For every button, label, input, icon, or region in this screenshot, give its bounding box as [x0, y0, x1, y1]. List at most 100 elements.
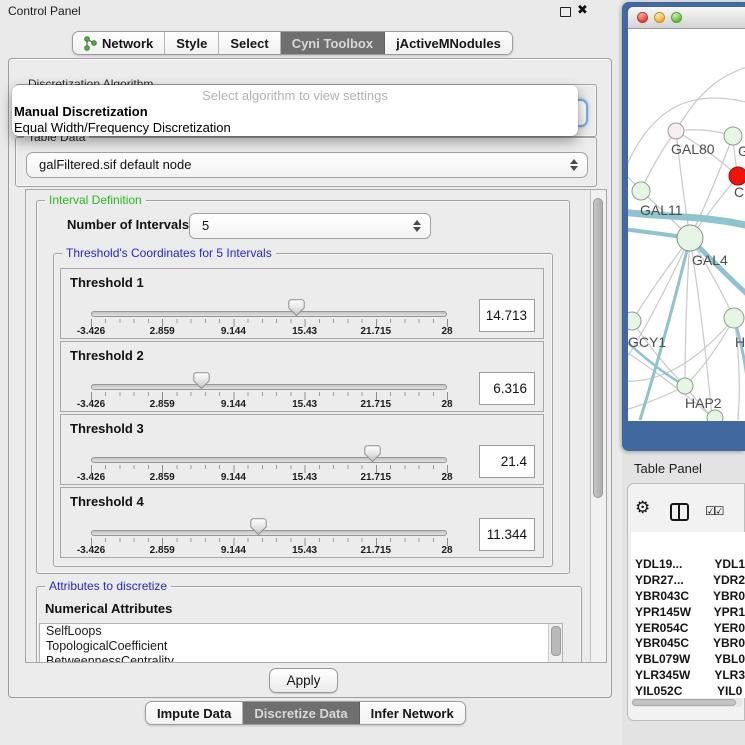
slider-track[interactable]	[91, 384, 447, 390]
slider-thumb[interactable]	[193, 372, 210, 390]
cell-name: YLR3	[708, 668, 745, 682]
slider-track[interactable]	[91, 457, 447, 463]
attributes-group: Attributes to discretize Numerical Attri…	[36, 586, 582, 663]
scrollbar-thumb[interactable]	[593, 198, 603, 498]
threshold-value-field[interactable]: 6.316	[479, 372, 535, 405]
network-node-gcy1[interactable]	[628, 312, 641, 330]
close-icon[interactable]: ✖	[577, 2, 588, 18]
table-row[interactable]: YPR145WYPR1	[631, 604, 745, 620]
tab-label: Infer Network	[371, 706, 454, 721]
table-row[interactable]: YBR043CYBR0	[631, 588, 745, 604]
tick-label: 21.715	[361, 545, 392, 556]
attribute-item[interactable]: TopologicalCoefficient	[40, 639, 562, 654]
cell-name: YIL0	[711, 684, 742, 698]
table-row[interactable]: YBL079WYBL0	[631, 651, 745, 667]
number-of-intervals-spinner[interactable]: 5	[189, 213, 431, 239]
group-title: Interval Definition	[45, 193, 146, 207]
settings-scroll-area: Interval Definition Number of Intervals …	[25, 189, 607, 663]
table-row[interactable]: YDR27...YDR2	[631, 572, 745, 588]
threshold-value-field[interactable]: 14.713	[479, 299, 535, 332]
node-label-gal11: GAL11	[640, 202, 683, 218]
tab-impute-data[interactable]: Impute Data	[146, 702, 243, 724]
cell-shared-name: YLR345W	[631, 668, 708, 682]
numerical-attributes-label: Numerical Attributes	[45, 601, 172, 616]
tab-label: Select	[230, 36, 268, 51]
cell-name: YBR0	[707, 589, 745, 603]
network-view-window[interactable]: GAL80 GA GAL11 C GAL4 GCY1 H HAP2	[622, 2, 745, 451]
slider-thumb[interactable]	[364, 445, 381, 463]
cell-shared-name: YBL079W	[631, 652, 708, 666]
dropdown-option-manual-discretization[interactable]: Manual Discretization	[12, 104, 578, 120]
network-window-titlebar[interactable]	[628, 7, 745, 29]
network-node-gal80[interactable]	[668, 123, 684, 139]
vertical-scrollbar[interactable]	[590, 190, 606, 662]
table-row[interactable]: YLR345WYLR3	[631, 667, 745, 683]
attribute-item[interactable]: SelfLoops	[40, 624, 562, 639]
tab-discretize-data[interactable]: Discretize Data	[243, 702, 359, 724]
scrollbar-thumb[interactable]	[632, 699, 736, 706]
tick-label: -3.426	[77, 326, 105, 337]
cell-name: YBL0	[708, 652, 745, 666]
table-row[interactable]: YIL052CYIL0	[631, 683, 745, 698]
list-scrollbar[interactable]	[548, 624, 562, 663]
slider-track[interactable]	[91, 530, 447, 536]
threshold-value-field[interactable]: 21.4	[479, 445, 535, 478]
network-node-selected-red[interactable]	[729, 167, 745, 185]
apply-button[interactable]: Apply	[269, 668, 338, 693]
node-label-partial: H	[735, 334, 745, 350]
tick-label: 21.715	[361, 326, 392, 337]
tab-label: Impute Data	[157, 706, 231, 721]
network-node-hap2[interactable]	[677, 378, 693, 394]
attributes-list[interactable]: SelfLoopsTopologicalCoefficientBetweenne…	[39, 623, 563, 663]
attribute-item[interactable]: BetweennessCentrality	[40, 654, 562, 663]
table-row[interactable]: YDL19...YDL1	[631, 557, 745, 573]
cell-name: YPR1	[708, 605, 745, 619]
gear-icon[interactable]: ⚙	[635, 498, 650, 518]
tick-label: 2.859	[150, 399, 175, 410]
float-window-icon[interactable]	[560, 7, 571, 17]
table-row[interactable]: YBR045CYBR0	[631, 635, 745, 651]
tab-network[interactable]: Network	[73, 32, 165, 54]
network-node-gal11[interactable]	[632, 182, 650, 200]
node-label-partial: C	[734, 184, 744, 200]
slider-thumb[interactable]	[250, 518, 267, 536]
cell-name: YER0	[708, 621, 745, 635]
number-of-intervals-label: Number of Intervals	[67, 217, 189, 232]
table-data-group: Table Data galFiltered.sif default node	[15, 137, 597, 187]
bottom-tab-bar: Impute Data Discretize Data Infer Networ…	[145, 701, 466, 725]
tab-select[interactable]: Select	[219, 32, 280, 54]
slider-thumb[interactable]	[288, 299, 305, 317]
scrollbar-thumb[interactable]	[551, 626, 561, 656]
network-canvas[interactable]: GAL80 GA GAL11 C GAL4 GCY1 H HAP2	[628, 29, 745, 421]
table-data-value: galFiltered.sif default node	[39, 153, 587, 177]
threshold-value-field[interactable]: 11.344	[479, 518, 535, 551]
tab-cyni-toolbox[interactable]: Cyni Toolbox	[281, 32, 385, 54]
spinner-arrows-icon[interactable]	[570, 159, 578, 171]
network-node-gal4[interactable]	[677, 225, 703, 251]
tick-label: 2.859	[150, 472, 175, 483]
tab-style[interactable]: Style	[165, 32, 219, 54]
tick-label: 9.144	[221, 399, 246, 410]
table-data-select[interactable]: galFiltered.sif default node	[26, 152, 588, 178]
slider-track[interactable]	[91, 311, 447, 317]
split-view-icon[interactable]	[670, 503, 689, 521]
zoom-traffic-light-icon[interactable]	[671, 12, 682, 23]
cell-shared-name: YIL052C	[631, 684, 711, 698]
tab-jactivemnodules[interactable]: jActiveMNodules	[385, 32, 512, 54]
checkbox-icons[interactable]: ☑☑	[705, 504, 723, 518]
spinner-arrows-icon[interactable]	[413, 220, 421, 232]
horizontal-scrollbar[interactable]	[631, 698, 743, 707]
cell-name: YDL1	[708, 557, 745, 571]
network-node-h[interactable]	[724, 308, 744, 328]
dropdown-option-equal-width[interactable]: Equal Width/Frequency Discretization	[12, 120, 578, 136]
tab-label: Style	[176, 36, 207, 51]
application-window: Control Panel ✖ Network Style Select Cyn…	[0, 0, 745, 745]
table-row[interactable]: YER054CYER0	[631, 620, 745, 636]
minimize-traffic-light-icon[interactable]	[654, 12, 665, 23]
tick-labels: -3.4262.8599.14415.4321.71528	[61, 545, 543, 557]
thresholds-group: Threshold's Coordinates for 5 Intervals …	[53, 253, 553, 567]
tab-infer-network[interactable]: Infer Network	[360, 702, 465, 724]
network-node[interactable]	[707, 410, 723, 421]
close-traffic-light-icon[interactable]	[637, 12, 648, 23]
node-label-hap2: HAP2	[685, 395, 722, 411]
